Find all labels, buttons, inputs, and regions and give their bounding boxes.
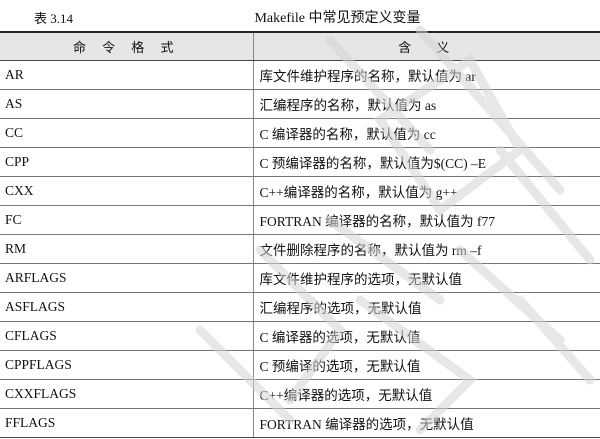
variable-name-cell: ASFLAGS — [0, 292, 253, 322]
table-row: ARFLAGS 库文件维护程序的选项，无默认值 — [0, 263, 600, 293]
variable-meaning-cell: 汇编程序的名称，默认值为 as — [252, 89, 600, 119]
table-row: FC FORTRAN 编译器的名称，默认值为 f77 — [0, 205, 600, 235]
variable-meaning-cell: C 预编译的选项，无默认值 — [252, 350, 600, 380]
table-row: CPP C 预编译器的名称，默认值为$(CC) –E — [0, 147, 600, 177]
table-number: 表 3.14 — [34, 11, 74, 26]
table-caption: 表 3.14 Makefile 中常见预定义变量 — [0, 0, 600, 30]
variable-name-cell: CC — [0, 118, 253, 148]
table-body: AR 库文件维护程序的名称，默认值为 ar AS 汇编程序的名称，默认值为 as… — [0, 60, 600, 438]
variable-meaning-cell: C 编译器的选项，无默认值 — [252, 321, 600, 351]
variable-name-cell: AR — [0, 60, 253, 90]
table-row: CXX C++编译器的名称，默认值为 g++ — [0, 176, 600, 206]
variable-meaning-cell: C++编译器的名称，默认值为 g++ — [252, 176, 600, 206]
table-row: CC C 编译器的名称，默认值为 cc — [0, 118, 600, 148]
variable-meaning-cell: C++编译器的选项，无默认值 — [252, 379, 600, 409]
table-row: FFLAGS FORTRAN 编译器的选项，无默认值 — [0, 408, 600, 438]
variable-meaning-cell: FORTRAN 编译器的选项，无默认值 — [252, 408, 600, 438]
table-row: RM 文件删除程序的名称，默认值为 rm –f — [0, 234, 600, 264]
table-row: AR 库文件维护程序的名称，默认值为 ar — [0, 60, 600, 90]
table-row: CPPFLAGS C 预编译的选项，无默认值 — [0, 350, 600, 380]
variable-meaning-cell: 汇编程序的选项，无默认值 — [252, 292, 600, 322]
variable-meaning-cell: FORTRAN 编译器的名称，默认值为 f77 — [252, 205, 600, 235]
predefined-variables-table: 命 令 格 式 含 义 AR 库文件维护程序的名称，默认值为 ar AS 汇编程… — [0, 31, 600, 438]
variable-name-cell: CXXFLAGS — [0, 379, 253, 409]
variable-name-cell: RM — [0, 234, 253, 264]
variable-meaning-cell: 库文件维护程序的名称，默认值为 ar — [252, 60, 600, 90]
variable-name-cell: ARFLAGS — [0, 263, 253, 293]
table-row: CXXFLAGS C++编译器的选项，无默认值 — [0, 379, 600, 409]
variable-meaning-cell: 库文件维护程序的选项，无默认值 — [252, 263, 600, 293]
variable-name-cell: FC — [0, 205, 253, 235]
variable-name-cell: CPP — [0, 147, 253, 177]
variable-name-cell: AS — [0, 89, 253, 119]
variable-name-cell: CXX — [0, 176, 253, 206]
column-header-meaning: 含 义 — [252, 31, 600, 61]
column-header-command-format: 命 令 格 式 — [0, 31, 253, 61]
variable-meaning-cell: C 编译器的名称，默认值为 cc — [252, 118, 600, 148]
table-header-row: 命 令 格 式 含 义 — [0, 31, 600, 61]
variable-meaning-cell: 文件删除程序的名称，默认值为 rm –f — [252, 234, 600, 264]
variable-name-cell: CFLAGS — [0, 321, 253, 351]
table-row: ASFLAGS 汇编程序的选项，无默认值 — [0, 292, 600, 322]
table-row: CFLAGS C 编译器的选项，无默认值 — [0, 321, 600, 351]
variable-name-cell: CPPFLAGS — [0, 350, 253, 380]
variable-meaning-cell: C 预编译器的名称，默认值为$(CC) –E — [252, 147, 600, 177]
table-row: AS 汇编程序的名称，默认值为 as — [0, 89, 600, 119]
table-title: Makefile 中常见预定义变量 — [254, 11, 421, 26]
variable-name-cell: FFLAGS — [0, 408, 253, 438]
